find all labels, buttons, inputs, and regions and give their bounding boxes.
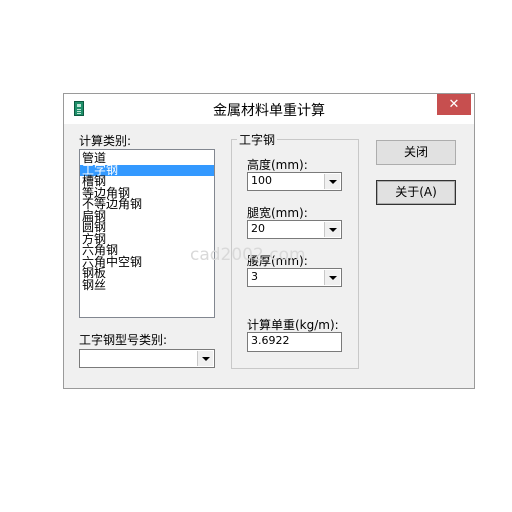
type-category-select[interactable] — [79, 349, 215, 368]
chevron-down-icon[interactable] — [324, 222, 340, 237]
watermark: cad2002.com — [190, 245, 306, 265]
waist-thickness-value: 3 — [251, 270, 258, 283]
close-button[interactable]: 关闭 — [376, 140, 456, 165]
type-category-label: 工字钢型号类别: — [79, 333, 168, 347]
unit-weight-output[interactable]: 3.6922 — [247, 332, 342, 352]
close-icon: ✕ — [448, 97, 460, 112]
chevron-down-icon[interactable] — [324, 270, 340, 285]
height-select[interactable]: 100 — [247, 172, 342, 191]
close-window-button[interactable]: ✕ — [437, 94, 471, 115]
leg-width-select[interactable]: 20 — [247, 220, 342, 239]
chevron-down-icon[interactable] — [197, 351, 213, 366]
height-label: 高度(mm): — [247, 158, 308, 172]
calculator-window: 金属材料单重计算 ✕ 计算类别: 管道 工字钢 槽钢 等边角钢 不等边角钢 扁钢 圆钢 方钢六… — [63, 93, 475, 389]
category-item[interactable]: 钢丝 — [80, 279, 214, 292]
category-listbox[interactable]: 管道 工字钢 槽钢 等边角钢 不等边角钢 扁钢 圆钢 方钢 六角钢 六角中空钢 钢板 钢丝 — [79, 149, 215, 318]
window-title: 金属材料单重计算 — [213, 103, 325, 119]
waist-thickness-select[interactable]: 3 — [247, 268, 342, 287]
about-button[interactable]: 关于(A) — [376, 180, 456, 205]
leg-width-label: 腿宽(mm): — [247, 206, 308, 220]
leg-width-value: 20 — [251, 222, 265, 235]
category-label: 计算类别: — [79, 134, 132, 148]
height-value: 100 — [251, 174, 272, 187]
title-bar: 金属材料单重计算 ✕ — [64, 94, 474, 124]
groupbox-title: 工字钢 — [237, 131, 278, 148]
chevron-down-icon[interactable] — [324, 174, 340, 189]
unit-weight-label: 计算单重(kg/m): — [247, 318, 339, 332]
